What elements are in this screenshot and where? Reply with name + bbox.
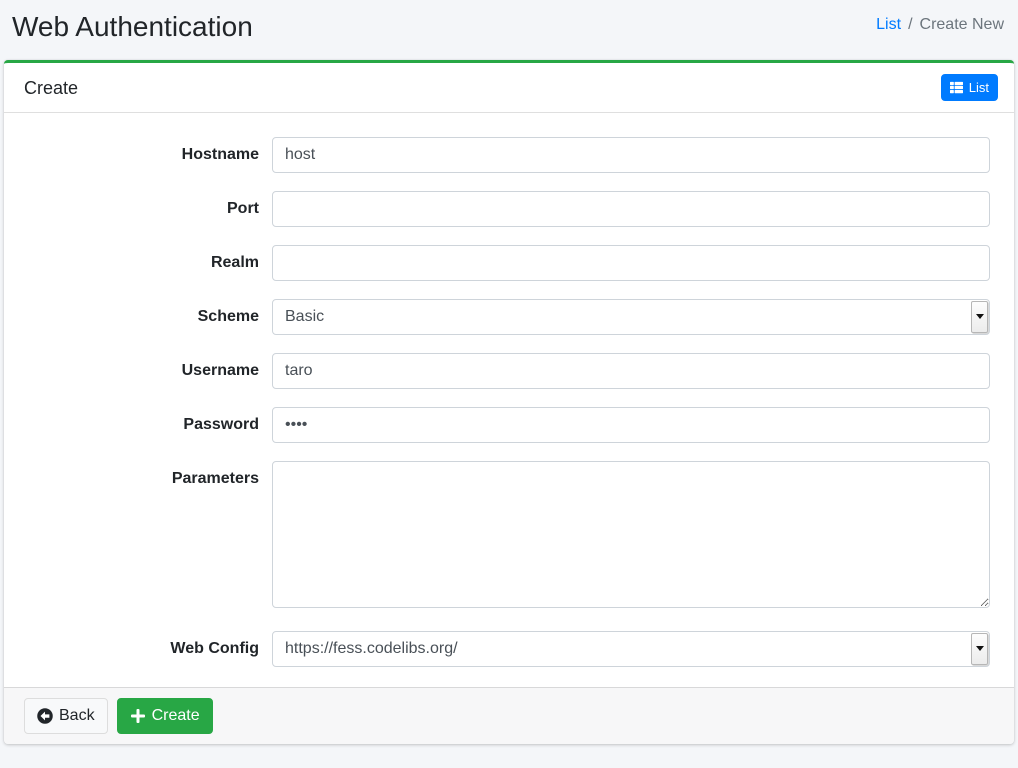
form-row-username: Username xyxy=(24,353,990,389)
password-input[interactable] xyxy=(272,407,990,443)
th-list-icon xyxy=(950,81,963,94)
form-row-password: Password xyxy=(24,407,990,443)
username-label: Username xyxy=(24,353,272,381)
form-row-parameters: Parameters xyxy=(24,461,990,613)
chevron-down-icon xyxy=(971,301,988,333)
page-header: Web Authentication List/Create New xyxy=(0,0,1018,60)
parameters-textarea[interactable] xyxy=(272,461,990,608)
scheme-select[interactable]: Basic xyxy=(272,299,990,335)
breadcrumb-list-link[interactable]: List xyxy=(876,16,901,33)
realm-input[interactable] xyxy=(272,245,990,281)
breadcrumb-separator: / xyxy=(901,16,919,33)
form-row-scheme: Scheme Basic xyxy=(24,299,990,335)
web-config-select-value: https://fess.codelibs.org/ xyxy=(285,632,989,666)
web-config-select[interactable]: https://fess.codelibs.org/ xyxy=(272,631,990,667)
back-button[interactable]: Back xyxy=(24,698,108,734)
back-button-label: Back xyxy=(59,706,95,726)
form-row-realm: Realm xyxy=(24,245,990,281)
chevron-down-icon xyxy=(971,633,988,665)
card-title: Create xyxy=(24,75,78,101)
port-label: Port xyxy=(24,191,272,219)
create-button[interactable]: Create xyxy=(117,698,213,734)
form-row-web-config: Web Config https://fess.codelibs.org/ xyxy=(24,631,990,667)
plus-icon xyxy=(130,708,146,724)
password-label: Password xyxy=(24,407,272,435)
scheme-label: Scheme xyxy=(24,299,272,327)
list-button[interactable]: List xyxy=(941,74,998,101)
hostname-input[interactable] xyxy=(272,137,990,173)
page-title: Web Authentication xyxy=(12,8,253,46)
parameters-label: Parameters xyxy=(24,461,272,489)
arrow-circle-left-icon xyxy=(37,708,53,724)
form-row-port: Port xyxy=(24,191,990,227)
breadcrumb-current: Create New xyxy=(920,16,1004,33)
card-body: Hostname Port Realm Scheme Basic xyxy=(4,113,1014,687)
username-input[interactable] xyxy=(272,353,990,389)
list-button-label: List xyxy=(969,79,989,96)
create-card: Create List Hostname Port xyxy=(4,60,1014,744)
form-row-hostname: Hostname xyxy=(24,137,990,173)
card-header: Create List xyxy=(4,63,1014,113)
scheme-select-value: Basic xyxy=(285,300,989,334)
card-footer: Back Create xyxy=(4,687,1014,744)
port-input[interactable] xyxy=(272,191,990,227)
realm-label: Realm xyxy=(24,245,272,273)
hostname-label: Hostname xyxy=(24,137,272,165)
create-button-label: Create xyxy=(152,706,200,726)
breadcrumb: List/Create New xyxy=(876,8,1004,34)
web-config-label: Web Config xyxy=(24,631,272,659)
